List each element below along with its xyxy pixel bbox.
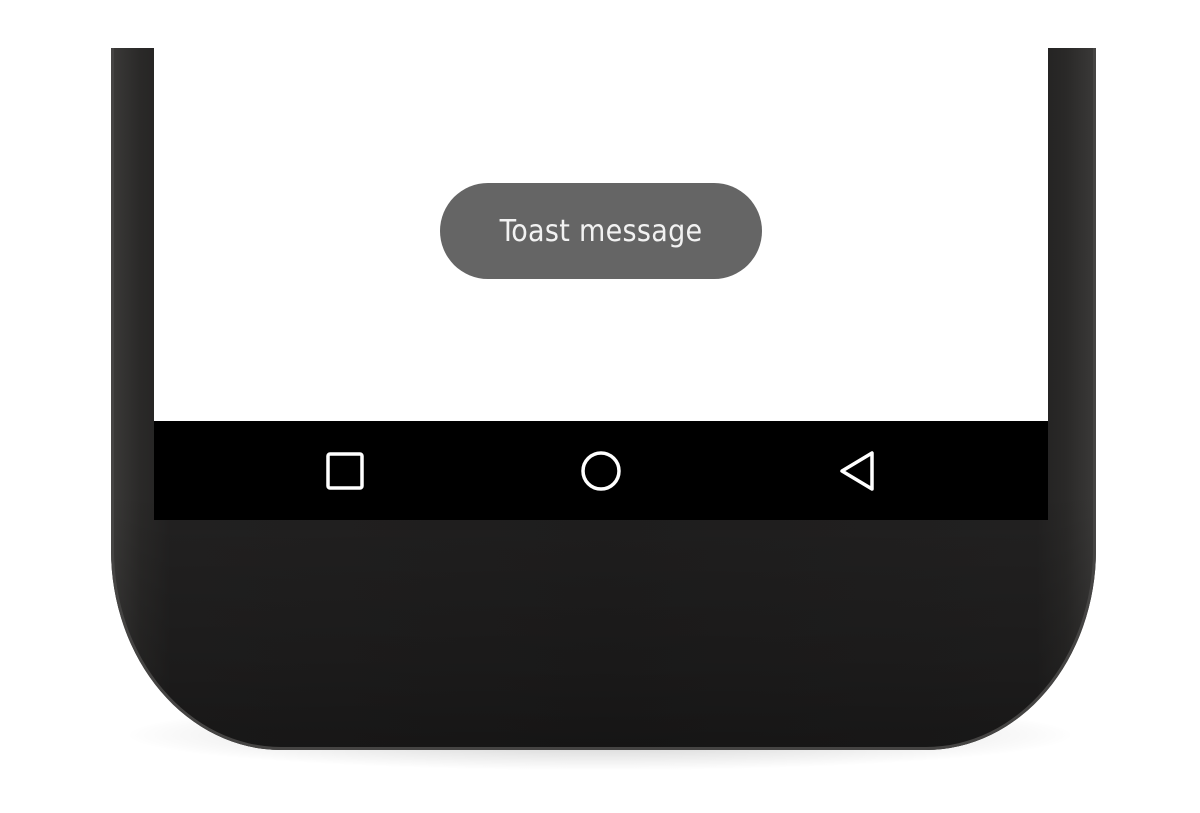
navigation-bar xyxy=(154,421,1048,520)
home-button[interactable] xyxy=(571,441,631,501)
canvas: Toast message xyxy=(0,0,1200,813)
square-icon xyxy=(326,452,364,490)
triangle-left-icon xyxy=(840,451,874,491)
back-button[interactable] xyxy=(828,441,888,501)
toast-message: Toast message xyxy=(499,213,703,249)
toast-popup: Toast message xyxy=(440,183,762,279)
phone-screen: Toast message xyxy=(154,48,1048,520)
recents-button[interactable] xyxy=(315,441,375,501)
circle-icon xyxy=(581,451,621,491)
